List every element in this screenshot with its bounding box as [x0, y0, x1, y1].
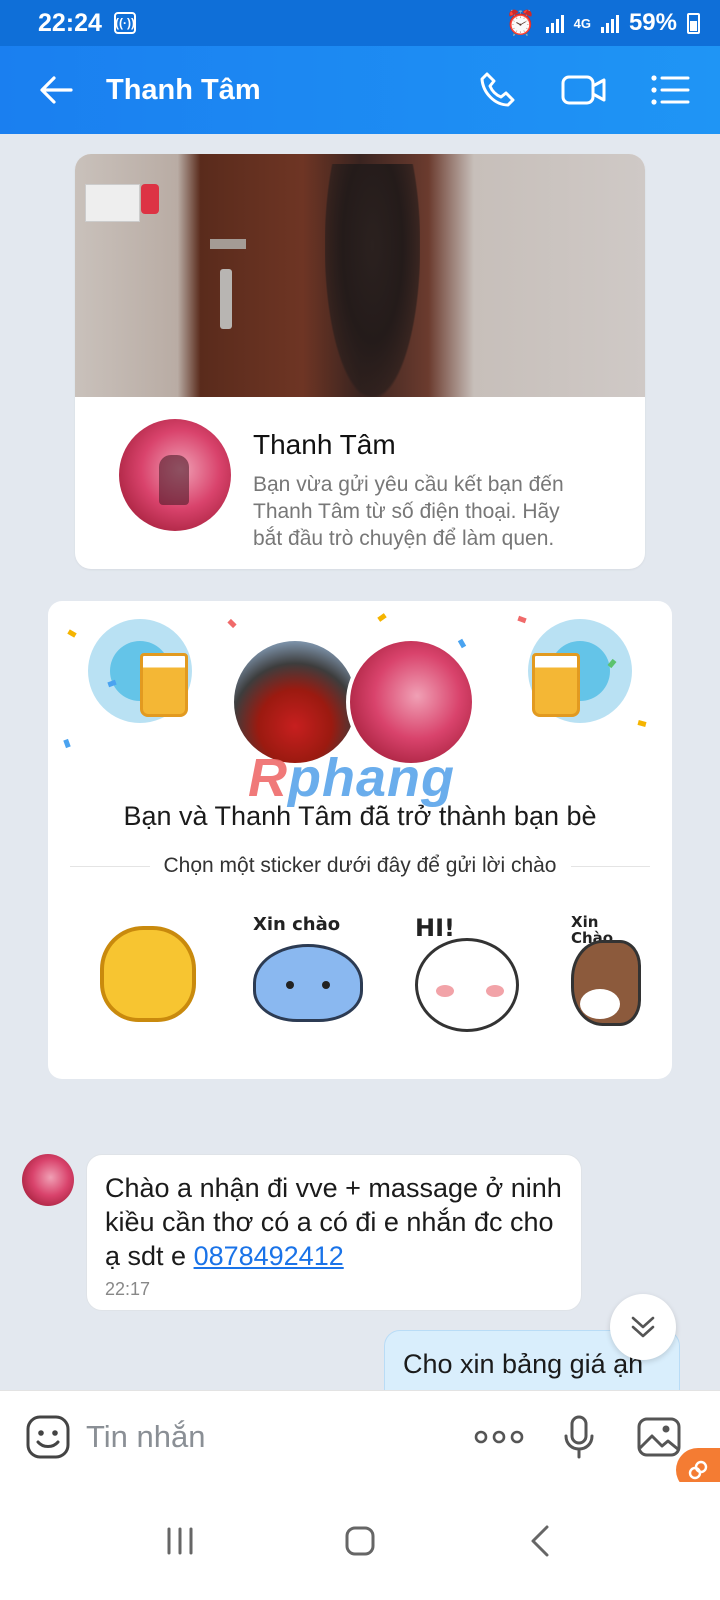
status-time: 22:24	[38, 8, 102, 37]
sticker-prompt: Chọn một sticker dưới đây để gửi lời chà…	[70, 854, 650, 878]
waving-hand-icon	[100, 926, 196, 1022]
beer-icon	[532, 653, 580, 717]
phone-icon	[480, 72, 515, 107]
profile-description: Bạn vừa gửi yêu cầu kết bạn đến Thanh Tâ…	[253, 473, 564, 550]
message-input[interactable]	[86, 1418, 446, 1455]
message-text: Chào a nhận đi vve + massage ở ninh kiều…	[105, 1173, 562, 1271]
microphone-icon	[564, 1415, 594, 1458]
signal-icon	[545, 13, 564, 33]
bunny-icon	[415, 938, 519, 1032]
link-icon	[688, 1460, 708, 1480]
hotspot-icon: ((·))	[113, 12, 136, 34]
message-input-bar	[0, 1390, 720, 1482]
sticker-xin-chao-dog[interactable]: Xin Chào	[571, 914, 672, 1034]
image-icon	[637, 1417, 681, 1456]
voice-record-button[interactable]	[554, 1412, 604, 1462]
video-call-button[interactable]	[560, 66, 608, 114]
chat-area[interactable]: Thanh Tâm Bạn vừa gửi yêu cầu kết bạn đế…	[0, 134, 720, 1416]
message-time: 22:17	[105, 1279, 151, 1299]
sticker-caption: Xin chào	[253, 914, 341, 935]
signal-icon-2	[600, 13, 619, 33]
back-arrow-icon	[40, 76, 73, 104]
back-button[interactable]	[30, 64, 82, 116]
emoji-icon	[26, 1415, 70, 1458]
voice-call-button[interactable]	[474, 66, 522, 114]
beer-icon	[140, 653, 188, 717]
alarm-icon: ⏰	[505, 9, 536, 37]
status-bar: 22:24 ((·)) ⏰ 4G 59%	[0, 0, 720, 46]
friend-hero: Rphang	[48, 601, 672, 808]
sticker-xin-chao-cat[interactable]: Xin chào	[253, 914, 363, 1034]
more-options-button[interactable]	[474, 1412, 524, 1462]
video-call-icon	[561, 75, 606, 105]
phone-link[interactable]: 0878492412	[194, 1241, 344, 1271]
status-indicators: ⏰ 4G 59%	[506, 9, 700, 38]
friend-card: Rphang Bạn và Thanh Tâm đã trở thành bạn…	[48, 601, 672, 1079]
profile-name: Thanh Tâm	[253, 429, 396, 460]
profile-card[interactable]: Thanh Tâm Bạn vừa gửi yêu cầu kết bạn đế…	[75, 154, 645, 569]
chevron-left-icon	[531, 1525, 549, 1557]
contact-name[interactable]: Thanh Tâm	[106, 74, 261, 107]
dog-icon	[571, 940, 641, 1026]
system-back-button[interactable]	[510, 1511, 570, 1571]
network-type: 4G	[573, 15, 591, 31]
home-button[interactable]	[330, 1511, 390, 1571]
more-dots-icon	[474, 1430, 524, 1443]
cat-icon	[253, 944, 363, 1022]
sticker-prompt-text: Chọn một sticker dưới đây để gửi lời chà…	[163, 854, 557, 877]
menu-button[interactable]	[646, 66, 694, 114]
battery-percent: 59%	[628, 9, 677, 36]
scroll-to-bottom-button[interactable]	[610, 1294, 676, 1360]
sticker-hi-bunny[interactable]: HI!	[415, 914, 519, 1034]
double-chevron-down-icon	[631, 1316, 655, 1338]
emoji-button[interactable]	[24, 1413, 72, 1461]
sticker-waving-hand[interactable]	[100, 914, 201, 1034]
cover-photo[interactable]	[75, 154, 645, 397]
sticker-caption: HI!	[415, 914, 455, 942]
message-text: Cho xin bảng giá ạh	[403, 1349, 644, 1379]
battery-icon	[687, 12, 700, 34]
profile-avatar[interactable]	[119, 419, 231, 531]
home-icon	[345, 1526, 375, 1556]
incoming-message-row: Chào a nhận đi vve + massage ở ninh kiều…	[22, 1154, 582, 1311]
chat-header: Thanh Tâm	[0, 46, 720, 134]
sticker-list: Xin chào HI! Xin Chào	[48, 914, 672, 1034]
incoming-message-bubble[interactable]: Chào a nhận đi vve + massage ở ninh kiều…	[86, 1154, 582, 1311]
sender-avatar[interactable]	[22, 1154, 74, 1206]
recent-apps-icon	[167, 1527, 193, 1555]
menu-list-icon	[651, 75, 690, 105]
image-picker-button[interactable]	[634, 1412, 684, 1462]
system-navigation-bar	[0, 1482, 720, 1600]
recent-apps-button[interactable]	[150, 1511, 210, 1571]
watermark: Rphang	[248, 748, 455, 808]
